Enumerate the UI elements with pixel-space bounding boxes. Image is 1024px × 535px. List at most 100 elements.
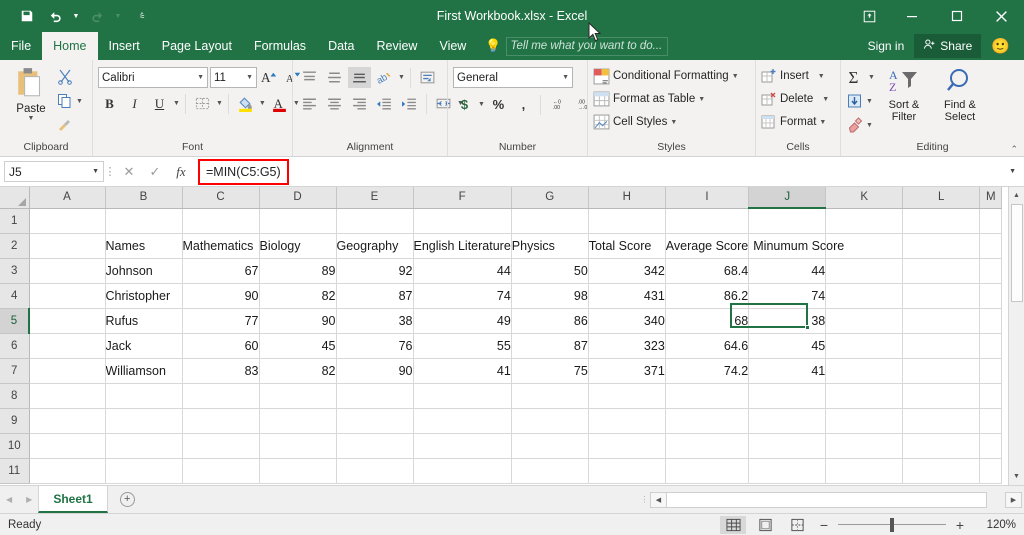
cell-i7[interactable]: 74.2 (665, 358, 750, 384)
cell-g3[interactable]: 50 (511, 258, 589, 284)
cell-g10[interactable] (511, 433, 589, 459)
underline-button[interactable]: U (148, 93, 171, 115)
cell-d1[interactable] (259, 208, 337, 234)
copy-button[interactable]: ▼ (57, 90, 83, 112)
cell-e8[interactable] (336, 383, 414, 409)
column-header-a[interactable]: A (29, 187, 106, 209)
column-header-h[interactable]: H (588, 187, 666, 209)
column-header-d[interactable]: D (259, 187, 337, 209)
cell-f11[interactable] (413, 458, 512, 484)
paste-dropdown-icon[interactable]: ▼ (28, 115, 35, 122)
cell-c4[interactable]: 90 (182, 283, 260, 309)
cell-m11[interactable] (979, 458, 1003, 484)
cell-k9[interactable] (825, 408, 904, 434)
cell-e3[interactable]: 92 (336, 258, 414, 284)
cell-i5[interactable]: 68 (665, 308, 750, 334)
cell-e4[interactable]: 87 (336, 283, 414, 309)
expand-formula-bar-icon[interactable]: ▼ (1009, 168, 1020, 175)
center-button[interactable] (323, 93, 346, 114)
enter-formula-button[interactable]: ✓ (142, 161, 168, 183)
format-as-table-button[interactable]: Format as Table ▼ (593, 88, 705, 110)
row-header-7[interactable]: 7 (0, 358, 30, 384)
tab-view[interactable]: View (428, 32, 477, 60)
format-as-table-dropdown-icon[interactable]: ▼ (698, 96, 705, 103)
cell-m5[interactable] (979, 308, 1003, 334)
undo-icon[interactable] (42, 4, 68, 28)
orientation-button[interactable]: ab (373, 67, 396, 88)
cell-b3[interactable]: Johnson (105, 258, 183, 284)
cell-j3[interactable]: 44 (748, 258, 827, 284)
column-header-m[interactable]: M (979, 187, 1003, 209)
minimize-button[interactable] (889, 0, 934, 32)
vertical-scroll-thumb[interactable] (1010, 204, 1023, 302)
new-sheet-button[interactable]: + (108, 486, 147, 513)
cell-d11[interactable] (259, 458, 337, 484)
cell-k8[interactable] (825, 383, 904, 409)
cell-b4[interactable]: Christopher (105, 283, 183, 309)
cell-c5[interactable]: 77 (182, 308, 260, 334)
fill-handle[interactable] (805, 325, 810, 330)
row-header-10[interactable]: 10 (0, 433, 30, 459)
font-size-dropdown-icon[interactable]: ▼ (246, 74, 253, 81)
formula-input[interactable]: =MIN(C5:G5) ▼ (194, 158, 1020, 185)
sort-filter-button[interactable]: AZ Sort & Filter (877, 64, 931, 123)
cell-l8[interactable] (902, 383, 981, 409)
cell-d9[interactable] (259, 408, 337, 434)
cell-i8[interactable] (665, 383, 750, 409)
sign-in-link[interactable]: Sign in (858, 39, 915, 53)
cell-l7[interactable] (902, 358, 981, 384)
font-name-combo[interactable]: Calibri ▼ (98, 67, 208, 88)
cell-e6[interactable]: 76 (336, 333, 414, 359)
cell-c9[interactable] (182, 408, 260, 434)
cell-b1[interactable] (105, 208, 183, 234)
cell-m6[interactable] (979, 333, 1003, 359)
copy-dropdown-icon[interactable]: ▼ (76, 98, 83, 105)
cell-j4[interactable]: 74 (748, 283, 827, 309)
cell-b7[interactable]: Williamson (105, 358, 183, 384)
tab-data[interactable]: Data (317, 32, 365, 60)
insert-function-button[interactable]: fx (168, 161, 194, 183)
cell-h5[interactable]: 340 (588, 308, 666, 334)
number-format-combo[interactable]: General ▼ (453, 67, 573, 88)
cell-f1[interactable] (413, 208, 512, 234)
row-header-5[interactable]: 5 (0, 308, 30, 334)
cell-b8[interactable] (105, 383, 183, 409)
autosum-button[interactable]: Σ ▼ (846, 66, 875, 88)
scroll-down-icon[interactable]: ▼ (1008, 468, 1024, 485)
column-header-j[interactable]: J (748, 187, 827, 209)
cell-h7[interactable]: 371 (588, 358, 666, 384)
cell-d4[interactable]: 82 (259, 283, 337, 309)
row-header-3[interactable]: 3 (0, 258, 30, 284)
cell-f5[interactable]: 49 (413, 308, 512, 334)
cell-j10[interactable] (748, 433, 827, 459)
cell-l11[interactable] (902, 458, 981, 484)
wrap-text-button[interactable] (416, 67, 439, 88)
cell-c6[interactable]: 60 (182, 333, 260, 359)
cell-j11[interactable] (748, 458, 827, 484)
cell-e1[interactable] (336, 208, 414, 234)
clear-button[interactable]: ▼ (846, 114, 875, 136)
cell-d10[interactable] (259, 433, 337, 459)
cell-a2[interactable] (29, 233, 106, 259)
conditional-formatting-button[interactable]: Conditional Formatting ▼ (593, 65, 739, 87)
cell-a7[interactable] (29, 358, 106, 384)
cell-g5[interactable]: 86 (511, 308, 589, 334)
orientation-dropdown-icon[interactable]: ▼ (398, 74, 405, 81)
cell-d5[interactable]: 90 (259, 308, 337, 334)
cell-i9[interactable] (665, 408, 750, 434)
zoom-level-label[interactable]: 120% (974, 519, 1016, 531)
increase-indent-button[interactable] (398, 93, 421, 114)
bold-button[interactable]: B (98, 93, 121, 115)
cell-g6[interactable]: 87 (511, 333, 589, 359)
row-header-9[interactable]: 9 (0, 408, 30, 434)
cell-h4[interactable]: 431 (588, 283, 666, 309)
cell-a3[interactable] (29, 258, 106, 284)
zoom-in-button[interactable]: + (952, 517, 968, 533)
cell-c10[interactable] (182, 433, 260, 459)
cell-e5[interactable]: 38 (336, 308, 414, 334)
cell-j7[interactable]: 41 (748, 358, 827, 384)
cell-j1[interactable] (748, 208, 827, 234)
cell-f10[interactable] (413, 433, 512, 459)
row-header-1[interactable]: 1 (0, 208, 30, 234)
underline-dropdown-icon[interactable]: ▼ (173, 100, 180, 107)
